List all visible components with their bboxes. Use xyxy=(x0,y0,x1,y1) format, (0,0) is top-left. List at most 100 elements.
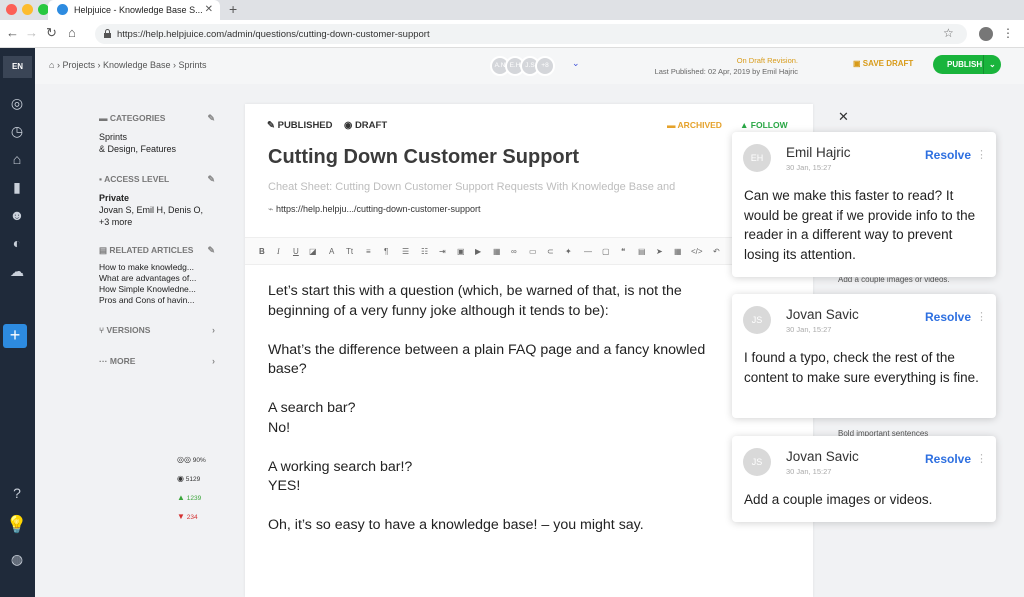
more-toggle[interactable]: ··· MORE › xyxy=(99,356,215,366)
analytics-icon[interactable]: ▮ xyxy=(6,176,28,198)
close-window-icon[interactable] xyxy=(6,4,17,15)
home-nav-icon[interactable]: ⌂ xyxy=(6,148,28,170)
comment-author: Jovan Savic xyxy=(786,307,859,322)
article-title[interactable]: Cutting Down Customer Support xyxy=(268,146,579,169)
dots-icon: ··· xyxy=(99,356,108,366)
browser-tab[interactable]: Helpjuice - Knowledge Base S... ✕ xyxy=(48,0,220,20)
lock-icon xyxy=(104,29,111,38)
related-article-link[interactable]: Pros and Cons of havin... xyxy=(99,295,215,306)
align-icon[interactable]: ≡ xyxy=(366,247,371,256)
related-article-link[interactable]: How to make knowledg... xyxy=(99,262,215,273)
comment-avatar: JS xyxy=(743,448,771,476)
underline-icon[interactable]: U xyxy=(293,247,299,256)
draft-tab[interactable]: ◉ DRAFT xyxy=(344,120,387,131)
link-insert-icon[interactable]: ∞ xyxy=(511,247,517,256)
history-icon[interactable]: ◷ xyxy=(6,120,28,142)
comment-card: JS Jovan Savic 30 Jan, 15:27 Resolve ⋮ I… xyxy=(732,294,996,418)
numbered-list-icon[interactable]: ☷ xyxy=(421,247,428,256)
language-switch[interactable]: EN xyxy=(3,56,32,78)
access-value: Private xyxy=(99,193,130,203)
breadcrumb[interactable]: ⌂ › Projects › Knowledge Base › Sprints xyxy=(49,60,207,70)
resolve-button[interactable]: Resolve xyxy=(925,310,971,324)
tab-title: Helpjuice - Knowledge Base S... xyxy=(74,5,203,15)
body-line: YES! xyxy=(268,478,301,494)
helpjuice-favicon-icon xyxy=(57,4,68,15)
italic-icon[interactable]: I xyxy=(277,247,280,256)
users-icon[interactable]: ☻ xyxy=(6,204,28,226)
box-icon[interactable]: ▢ xyxy=(602,247,610,256)
attachment-icon[interactable]: ⊂ xyxy=(547,247,554,256)
bell-icon: ▲ xyxy=(740,120,749,130)
video-icon[interactable]: ▶ xyxy=(475,247,481,256)
category-item[interactable]: & Design, Features xyxy=(99,143,215,155)
pointer-icon[interactable]: ➤ xyxy=(656,247,663,256)
quote-icon[interactable]: ❝ xyxy=(621,247,625,256)
add-new-icon[interactable]: + xyxy=(3,324,27,348)
read-rate: ◎◎ 90% xyxy=(177,455,206,464)
publish-dropdown-chevron-icon[interactable]: ⌄ xyxy=(983,55,1001,74)
article-body[interactable]: Let’s start this with a question (which,… xyxy=(268,282,808,555)
resolve-button[interactable]: Resolve xyxy=(925,452,971,466)
archive-button[interactable]: ▬ ARCHIVED xyxy=(667,120,722,130)
category-item[interactable]: Sprints xyxy=(99,131,215,143)
media-icon[interactable]: ▦ xyxy=(674,247,682,256)
published-tab[interactable]: ✎ PUBLISHED xyxy=(267,120,333,131)
chevron-down-icon[interactable]: ⌄ xyxy=(572,58,580,69)
thumbs-down-icon: ▼ xyxy=(177,512,185,521)
bookmark-star-icon[interactable]: ☆ xyxy=(943,26,954,40)
close-tab-icon[interactable]: ✕ xyxy=(205,4,213,15)
close-comments-icon[interactable]: ✕ xyxy=(838,109,849,125)
back-icon[interactable]: ← xyxy=(6,25,19,40)
breadcrumb-home-icon[interactable]: ⌂ xyxy=(49,60,54,70)
body-line: What’s the difference between a plain FA… xyxy=(268,341,706,358)
horizontal-rule-icon[interactable]: — xyxy=(584,247,592,256)
widget-icon[interactable]: ✦ xyxy=(565,247,572,256)
table-icon[interactable]: ▦ xyxy=(493,247,501,256)
bullet-list-icon[interactable]: ☰ xyxy=(402,247,409,256)
dashboard-icon[interactable]: ◎ xyxy=(6,92,28,114)
minimize-window-icon[interactable] xyxy=(22,4,33,15)
callout-icon[interactable]: ▤ xyxy=(638,247,646,256)
comment-menu-icon[interactable]: ⋮ xyxy=(976,310,987,323)
indent-icon[interactable]: ⇥ xyxy=(439,247,446,256)
editor-topbar: ⌂ › Projects › Knowledge Base › Sprints … xyxy=(35,48,1024,84)
home-icon[interactable]: ⌂ xyxy=(68,25,76,40)
publish-button[interactable]: PUBLISH ⌄ xyxy=(933,55,1001,74)
comment-menu-icon[interactable]: ⋮ xyxy=(976,148,987,161)
related-article-link[interactable]: What are advantages of... xyxy=(99,273,215,284)
follow-button[interactable]: ▲ FOLLOW xyxy=(740,120,788,130)
versions-toggle[interactable]: ⑂ VERSIONS › xyxy=(99,325,215,335)
font-size-icon[interactable]: Tt xyxy=(346,247,353,256)
paragraph-icon[interactable]: ¶ xyxy=(384,247,388,256)
image-icon[interactable]: ▣ xyxy=(457,247,465,256)
profile-avatar[interactable] xyxy=(979,27,993,41)
font-color-icon[interactable]: A xyxy=(329,247,334,256)
forward-icon[interactable]: → xyxy=(25,25,38,40)
related-article-link[interactable]: How Simple Knowledne... xyxy=(99,284,215,295)
code-icon[interactable]: </> xyxy=(691,247,703,256)
edit-related-icon[interactable]: ✎ xyxy=(207,245,215,256)
comment-menu-icon[interactable]: ⋮ xyxy=(976,452,987,465)
edit-access-icon[interactable]: ✎ xyxy=(207,174,215,185)
browser-menu-icon[interactable]: ⋮ xyxy=(1002,26,1014,40)
paint-bucket-icon[interactable]: ◪ xyxy=(309,247,317,256)
new-tab-icon[interactable]: + xyxy=(229,1,237,17)
help-icon[interactable]: ? xyxy=(6,482,28,504)
cloud-upload-icon[interactable]: ☁ xyxy=(6,260,28,282)
comment-card: EH Emil Hajric 30 Jan, 15:27 Resolve ⋮ C… xyxy=(732,132,996,277)
article-url[interactable]: ⌁ https://help.helpju.../cutting-down-cu… xyxy=(268,204,481,215)
browser-titlebar: Helpjuice - Knowledge Base S... ✕ + xyxy=(0,0,1024,20)
globe-icon[interactable]: ◍ xyxy=(6,548,28,570)
edit-categories-icon[interactable]: ✎ xyxy=(207,113,215,124)
bold-icon[interactable]: B xyxy=(259,247,265,256)
url-field[interactable]: https://help.helpjuice.com/admin/questio… xyxy=(95,24,967,44)
save-draft-button[interactable]: ▣ SAVE DRAFT xyxy=(853,59,913,68)
body-line: beginning of a very funny joke although … xyxy=(268,302,609,319)
resolve-button[interactable]: Resolve xyxy=(925,148,971,162)
undo-icon[interactable]: ↶ xyxy=(713,247,720,256)
lightbulb-icon[interactable]: 💡 xyxy=(6,514,28,536)
article-subtitle[interactable]: Cheat Sheet: Cutting Down Customer Suppo… xyxy=(268,181,675,193)
file-icon[interactable]: ▭ xyxy=(529,247,537,256)
reload-icon[interactable]: ↻ xyxy=(46,25,57,41)
theme-icon[interactable]: ◐ xyxy=(6,232,28,254)
